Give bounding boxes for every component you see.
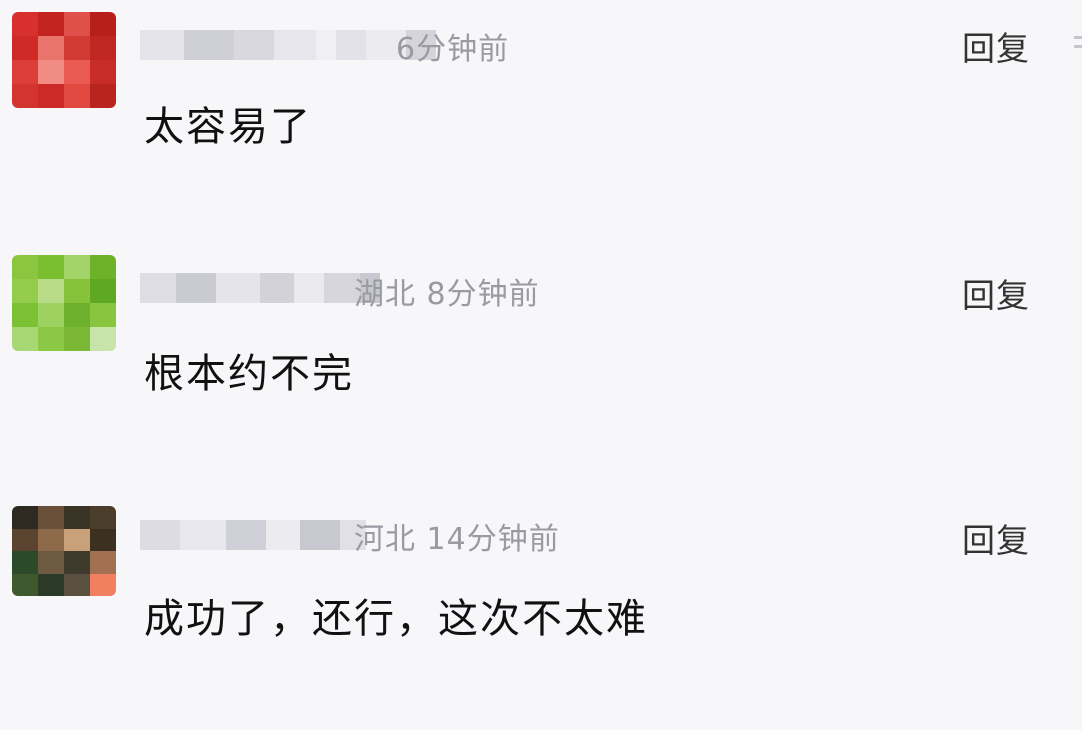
reply-button[interactable]: 回复 (962, 22, 1030, 70)
avatar-pixel (64, 551, 90, 574)
comment-text: 太容易了 (144, 104, 312, 150)
avatar-pixel (64, 506, 90, 529)
avatar-pixel (64, 573, 90, 596)
comment-text: 根本约不完 (144, 351, 354, 397)
avatar-pixel (90, 551, 116, 574)
avatar-pixel (90, 506, 116, 529)
avatar-pixel (64, 528, 90, 551)
avatar-pixel (12, 327, 38, 351)
avatar[interactable] (12, 12, 116, 108)
avatar-pixel (64, 36, 90, 60)
avatar-pixel (90, 12, 116, 36)
avatar-pixel (12, 506, 38, 529)
avatar-pixel (90, 303, 116, 327)
username-blurred[interactable] (140, 516, 366, 554)
avatar-pixel (64, 279, 90, 303)
avatar-pixel (38, 12, 64, 36)
avatar-pixel (12, 36, 38, 60)
comment-time: 8分钟前 (426, 277, 540, 312)
avatar-pixel (12, 551, 38, 574)
comment-item: 湖北 8分钟前 回复 根本约不完 (0, 245, 1082, 485)
avatar-pixel (38, 279, 64, 303)
avatar-pixel (64, 12, 90, 36)
comment-item: 河北 14分钟前 回复 成功了，还行，这次不太难 (0, 490, 1082, 730)
avatar-pixel (38, 84, 64, 108)
comment-location: 湖北 (354, 277, 416, 312)
avatar-pixel (38, 303, 64, 327)
avatar-pixel (64, 327, 90, 351)
avatar-pixel (38, 528, 64, 551)
avatar[interactable] (12, 255, 116, 351)
avatar-pixel (90, 279, 116, 303)
avatar-pixel (12, 12, 38, 36)
avatar-pixel (12, 573, 38, 596)
avatar-pixel (64, 84, 90, 108)
avatar-pixel (64, 303, 90, 327)
avatar-pixel (90, 573, 116, 596)
avatar-pixel (38, 573, 64, 596)
comment-text: 成功了，还行，这次不太难 (144, 596, 648, 642)
avatar-pixel (12, 255, 38, 279)
avatar-pixel (64, 255, 90, 279)
comment-time: 14分钟前 (426, 522, 560, 557)
avatar-pixel (38, 36, 64, 60)
avatar-pixel (38, 551, 64, 574)
avatar-pixel (12, 84, 38, 108)
avatar-pixel (90, 255, 116, 279)
avatar-pixel (12, 60, 38, 84)
avatar[interactable] (12, 506, 116, 596)
comment-item: 6分钟前 回复 太容易了 (0, 0, 1082, 240)
avatar-pixel (12, 528, 38, 551)
comment-time: 6分钟前 (396, 32, 510, 67)
avatar-pixel (38, 327, 64, 351)
reply-button[interactable]: 回复 (962, 514, 1030, 562)
comment-meta: 河北 14分钟前 (354, 514, 560, 558)
avatar-pixel (90, 36, 116, 60)
avatar-pixel (64, 60, 90, 84)
avatar-pixel (38, 506, 64, 529)
username-blurred[interactable] (140, 269, 380, 307)
avatar-pixel (38, 255, 64, 279)
avatar-pixel (38, 60, 64, 84)
comment-meta: 湖北 8分钟前 (354, 269, 540, 313)
avatar-pixel (90, 60, 116, 84)
avatar-pixel (90, 84, 116, 108)
avatar-pixel (90, 528, 116, 551)
more-indicator-icon (1074, 30, 1082, 58)
reply-button[interactable]: 回复 (962, 269, 1030, 317)
avatar-pixel (90, 327, 116, 351)
username-blurred[interactable] (140, 26, 436, 64)
avatar-pixel (12, 303, 38, 327)
comment-location: 河北 (354, 522, 416, 557)
avatar-pixel (12, 279, 38, 303)
